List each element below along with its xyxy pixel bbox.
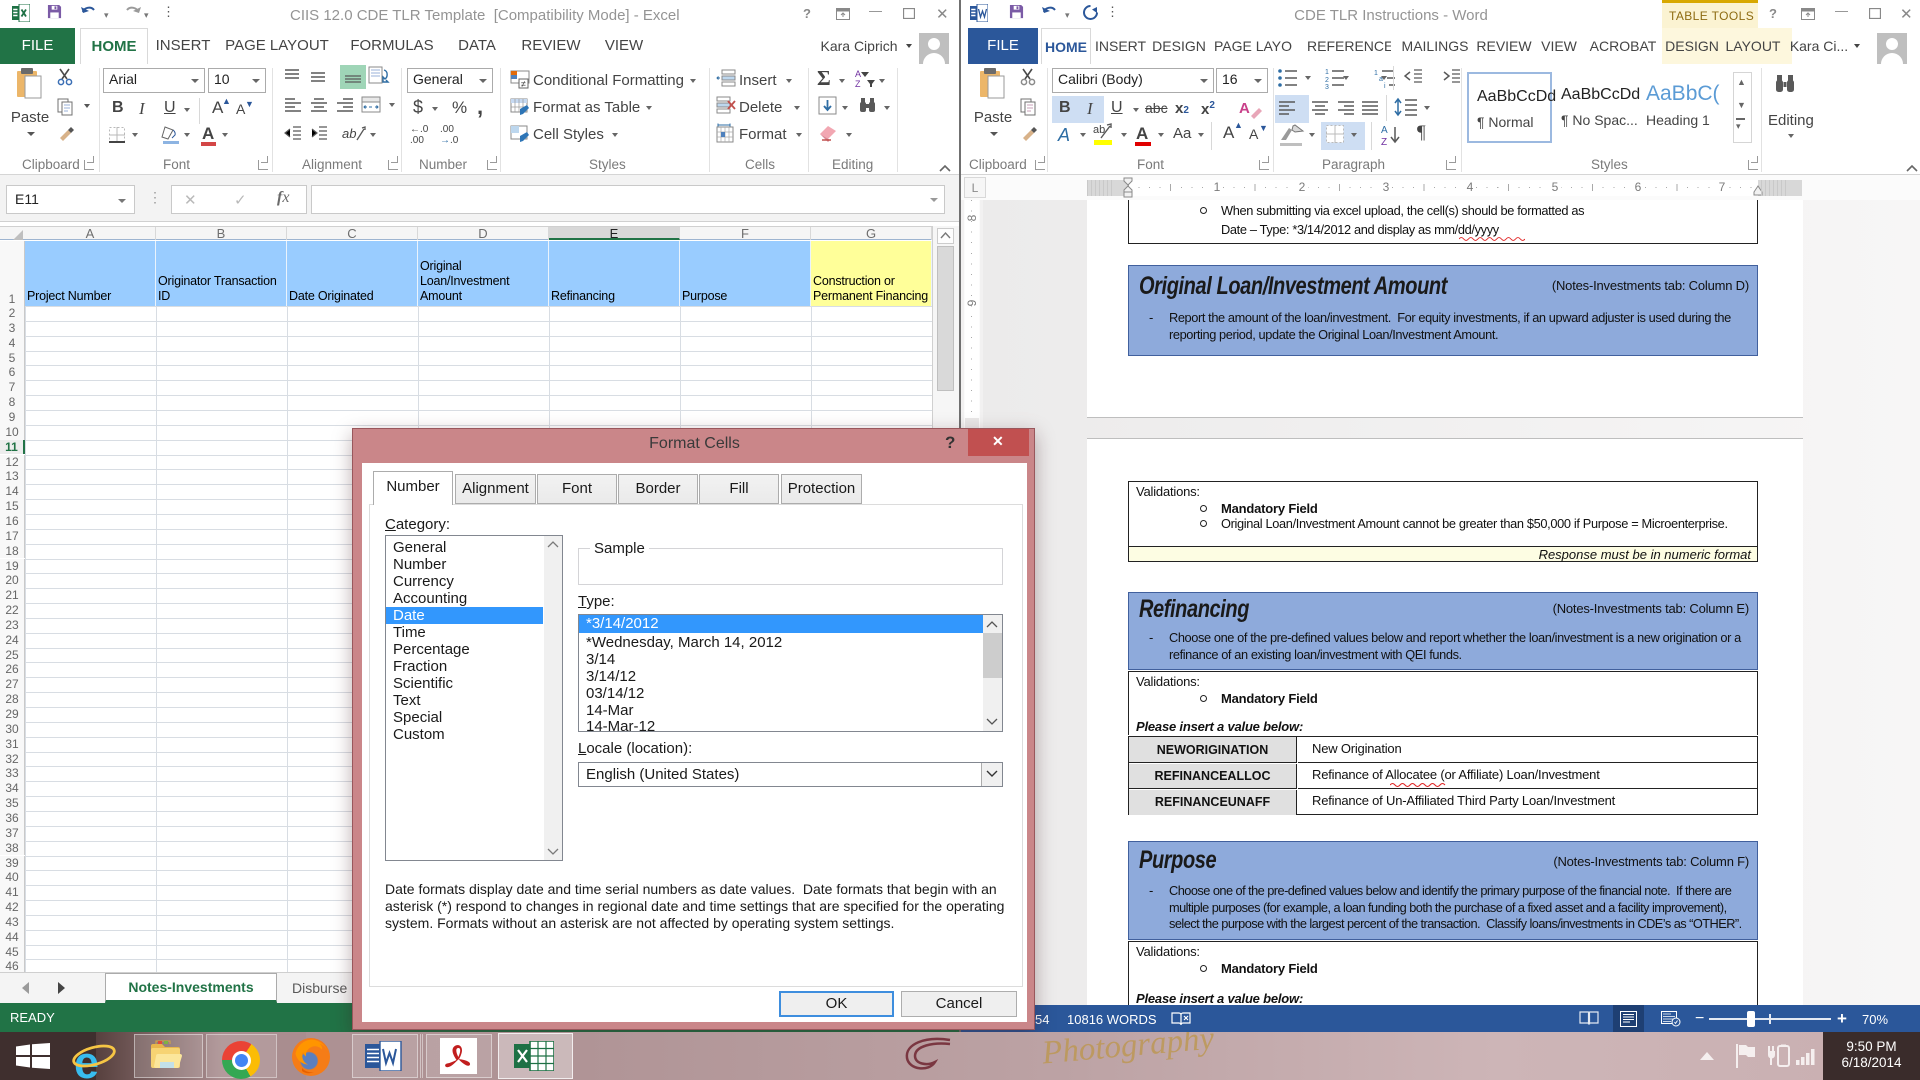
svg-text:Z: Z [1381, 137, 1387, 147]
svg-text:2: 2 [1325, 77, 1329, 84]
svg-text:i: i [1384, 83, 1386, 90]
svg-text:A: A [1381, 125, 1388, 136]
svg-text:1: 1 [1374, 70, 1378, 77]
svg-text:1: 1 [1325, 69, 1329, 76]
svg-text:3: 3 [1325, 84, 1329, 90]
